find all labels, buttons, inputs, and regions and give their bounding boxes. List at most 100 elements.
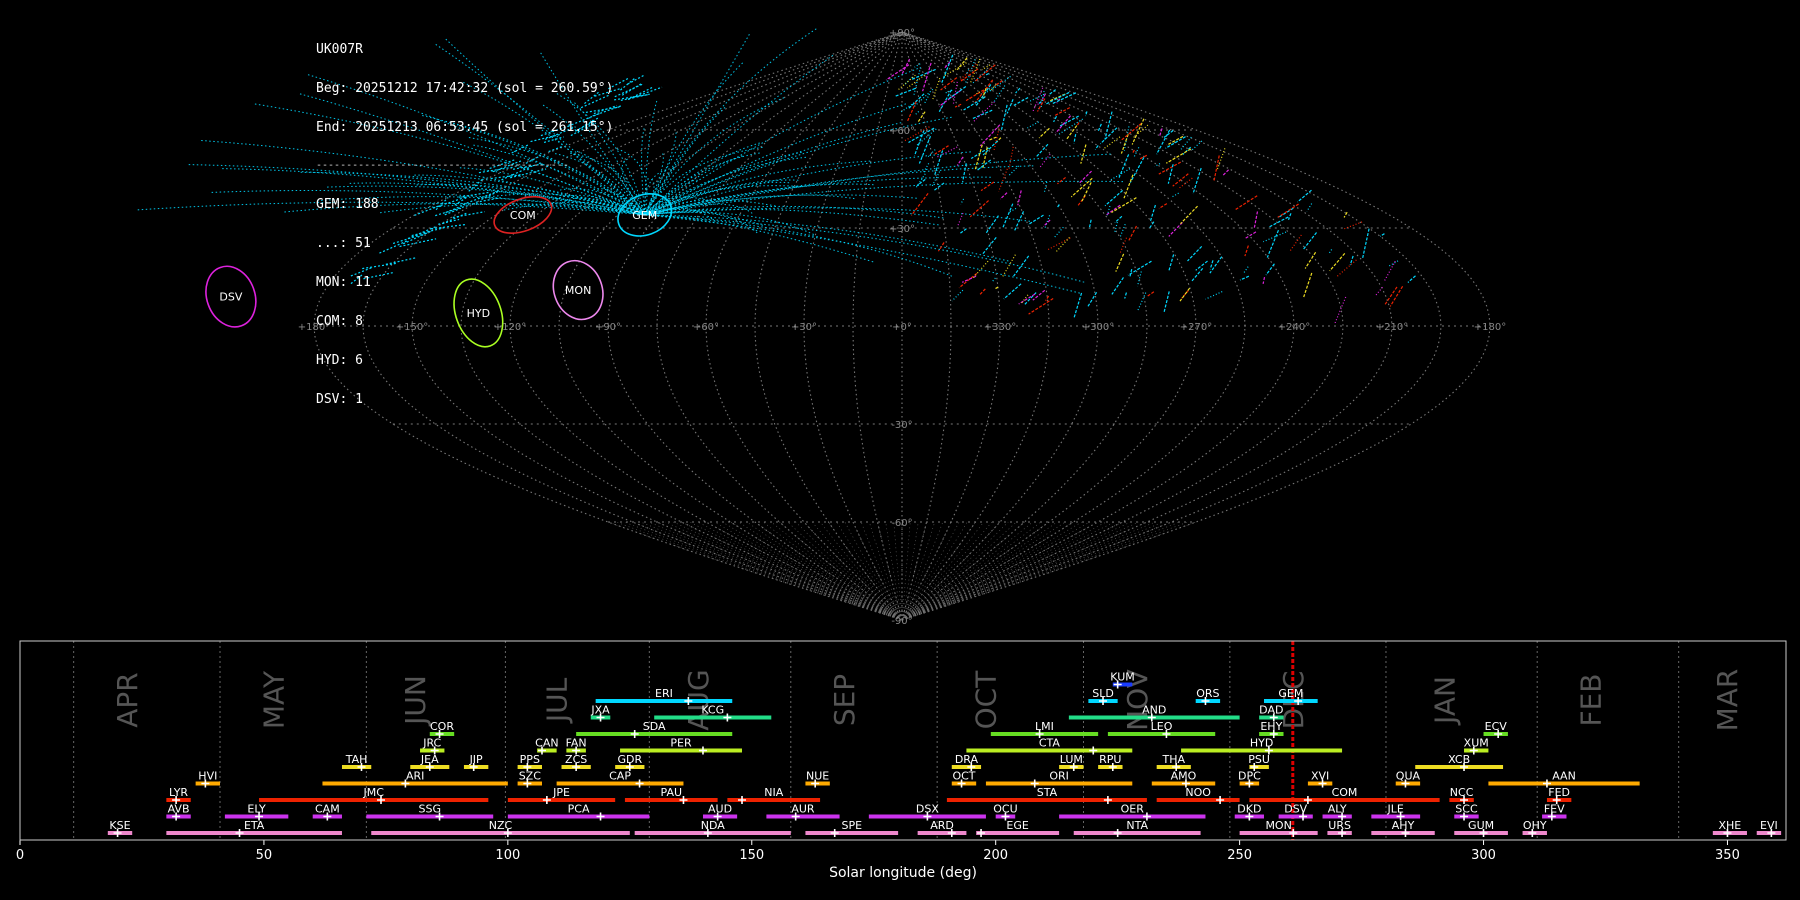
meteor-segment [1044,215,1051,230]
pole-line [714,521,903,621]
longitude-tick-label: +240° [1278,322,1310,333]
meteor-segment [1007,165,1020,177]
meteor-segment [1407,275,1416,283]
meteor-segment [1111,277,1124,295]
meteor-segment [916,178,926,187]
meteor-segment [1065,125,1078,141]
meteor-segment [1268,216,1289,228]
shower-label-jea: JEA [420,753,439,766]
shower-peak-ege [977,829,986,837]
shower-label-dsx: DSX [916,803,939,816]
shower-label-dpc: DPC [1238,770,1261,783]
pole-line [901,521,1197,621]
shower-label-kum: KUM [1110,671,1134,684]
pole-line [901,521,1090,621]
meteor-segment [1297,189,1312,203]
latitude-tick-label: -90° [891,616,912,627]
meteor-segment [984,72,989,77]
meteor-segment [1209,260,1214,270]
shower-label-avb: AVB [168,803,190,816]
meteor-segment [1053,116,1058,123]
shower-label-nda: NDA [701,819,726,832]
meteor-segment [895,87,916,97]
shower-label-jmc: JMC [362,786,384,799]
meteor-segment [1099,127,1118,145]
meteor-segment [1277,203,1299,218]
shower-label-ecv: ECV [1485,720,1508,733]
shower-peak-nta [1113,829,1122,837]
shower-label-per: PER [670,737,692,750]
meteor-segment [1213,155,1220,183]
meteor-segment [1038,153,1051,169]
shower-peak-spe [830,829,839,837]
pole-line [754,521,903,621]
meteor-segment [1265,263,1275,276]
meteor-segment [988,75,1011,93]
meteor-segment [1244,231,1257,240]
shower-label-jle: JLE [1387,803,1404,816]
meteor-segment [947,86,967,100]
count-dsv: DSV: 1 [316,392,363,407]
shower-label-ohy: OHY [1523,819,1547,832]
meteor-segment [1027,214,1044,226]
timeline-frame [19,640,1787,841]
meteor-segment [956,156,964,166]
meteor-segment [897,74,916,91]
meteor-segment [1302,232,1318,250]
meteor-segment [614,83,643,98]
shower-label-gum: GUM [1468,819,1494,832]
meteor-segment [1123,174,1134,199]
shower-label-evi: EVI [1760,819,1778,832]
pole-line [901,521,968,621]
meteor-segment [1262,276,1266,285]
meteor-segment [1239,275,1250,281]
meteor-segment [1266,229,1280,258]
meteor-segment [992,85,1006,104]
shower-label-cap: CAP [609,770,631,783]
shower-label-oct: OCT [952,770,975,783]
shower-label-leo: LEO [1151,720,1173,733]
meteor-segment [1171,192,1179,198]
meteor-segment [1304,251,1317,269]
pole-line [901,521,911,621]
shower-label-aud: AUD [708,803,732,816]
meteor-segment [969,200,989,218]
meteor-segment [931,78,941,101]
meteor-segment [974,144,983,170]
x-tick-label: 100 [495,848,520,863]
pole-line [901,521,1009,621]
all-sky-radiant-map: GEMCOMMONHYDDSV +180° +150° +120° +90° +60° +… [137,28,1506,627]
meteor-segment [978,288,986,296]
shower-label-dsv: DSV [1284,803,1307,816]
shower-peak-nia [738,796,747,804]
shower-label-xvi: XVI [1311,770,1329,783]
meteor-segment [1013,97,1029,106]
meteor-segment [906,74,925,89]
meteor-segment [614,94,649,101]
shower-label-hyd: HYD [1250,737,1273,750]
shower-label-ari: ARI [406,770,424,783]
meteor-segment [1374,286,1383,297]
shower-label-com: COM [1332,786,1358,799]
station-id: UK007R [316,42,363,57]
meteor-trail [644,54,834,216]
shower-label-ssg: SSG [419,803,442,816]
shower-activity-timeline: APRMAYJUNJULAUGSEPOCTNOVDECJANFEBMAR KUM… [16,640,1787,881]
shower-label-lum: LUM [1060,753,1083,766]
month-label-apr: APR [111,672,144,728]
shower-label-jxa: JXA [590,704,610,717]
meteor-segment [1244,245,1249,257]
shower-peak-pca [596,812,605,821]
shower-label-ors: ORS [1196,687,1219,700]
count-sporadic: ...: 51 [316,236,371,251]
latitude-tick-label: -60° [891,518,912,529]
x-tick-label: 300 [1471,848,1496,863]
meteor-segment [1088,219,1092,229]
pole-line [901,521,1148,621]
meteor-segment [998,168,1008,192]
x-tick-label: 150 [739,848,764,863]
meteor-segment [1080,144,1087,164]
meteor-segment [1329,252,1346,272]
shower-label-zcs: ZCS [565,753,587,766]
latitude-tick-label: -30° [891,420,912,431]
